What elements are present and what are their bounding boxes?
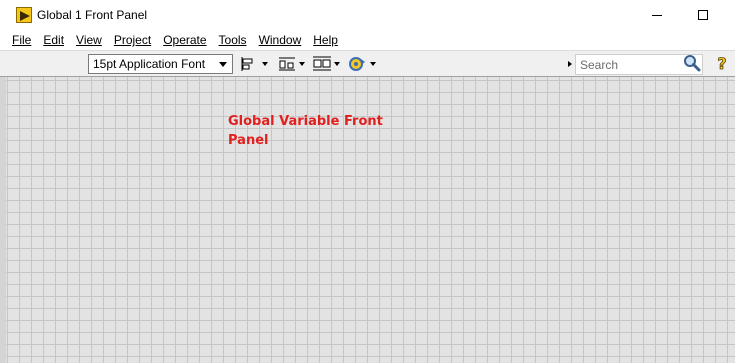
search-icon[interactable] [683,54,701,72]
reorder-button[interactable] [348,55,376,73]
menu-bar: File Edit View Project Operate Tools Win… [0,30,735,50]
menu-project[interactable]: Project [108,31,157,49]
menu-help[interactable]: Help [307,31,344,49]
window-title: Global 1 Front Panel [37,8,148,22]
menu-tools[interactable]: Tools [213,31,253,49]
menu-help-label: Help [313,33,338,47]
help-icon[interactable]: ? [715,54,729,72]
menu-edit-label: Edit [43,33,65,47]
menu-window-label: Window [258,33,302,47]
chevron-down-icon [219,62,227,67]
search-expand-icon[interactable] [568,61,572,67]
menu-operate-label: Operate [163,33,207,47]
resize-objects-button[interactable] [312,55,340,73]
distribute-objects-button[interactable] [277,55,305,73]
menu-edit[interactable]: Edit [37,31,70,49]
distribute-objects-icon [279,57,295,71]
minimize-button[interactable] [634,0,680,30]
distribute-dropdown-icon [299,62,305,66]
reorder-dropdown-icon [370,62,376,66]
reorder-icon [349,57,365,71]
free-label[interactable]: Global Variable Front Panel [228,112,398,150]
align-objects-icon [241,57,253,71]
menu-view-label: View [76,33,102,47]
menu-view[interactable]: View [70,31,108,49]
align-dropdown-icon [262,62,268,66]
title-bar[interactable]: Global 1 Front Panel [0,0,735,30]
maximize-button[interactable] [680,0,726,30]
font-select-value: 15pt Application Font [93,57,206,71]
text-settings-dropdown[interactable]: 15pt Application Font [88,54,233,74]
svg-text:?: ? [717,54,726,72]
labview-app-icon[interactable] [16,7,32,23]
toolbar: 15pt Application Font [0,50,735,77]
align-objects-button[interactable] [240,55,268,73]
maximize-icon [698,10,708,20]
menu-project-label: Project [113,33,152,47]
menu-file-label: File [12,33,32,47]
minimize-icon [652,14,662,16]
resize-dropdown-icon [334,62,340,66]
resize-objects-icon [313,56,331,71]
menu-window[interactable]: Window [253,31,308,49]
menu-tools-label: Tools [218,33,247,47]
menu-operate[interactable]: Operate [157,31,212,49]
menu-file[interactable]: File [6,31,37,49]
